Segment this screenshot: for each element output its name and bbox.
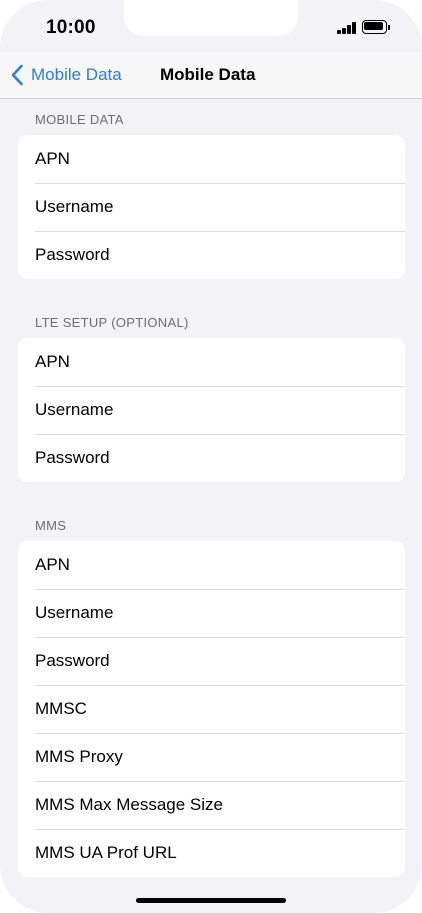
navigation-bar: Mobile Data Mobile Data	[0, 52, 422, 99]
row-label: MMS Proxy	[35, 747, 123, 766]
lte-password-field[interactable]: Password	[18, 434, 405, 482]
row-label: MMS Max Message Size	[35, 795, 223, 814]
lte-apn-field[interactable]: APN	[18, 338, 405, 386]
section-header-mms: MMS	[35, 518, 67, 533]
row-label: Password	[35, 651, 110, 670]
section-header-lte-setup: LTE SETUP (OPTIONAL)	[35, 315, 189, 330]
mms-apn-field[interactable]: APN	[18, 541, 405, 589]
section-header-mobile-data: MOBILE DATA	[35, 112, 124, 127]
row-label: Password	[35, 448, 110, 467]
row-label: APN	[35, 352, 70, 371]
mms-proxy-field[interactable]: MMS Proxy	[18, 733, 405, 781]
status-time: 10:00	[46, 17, 96, 38]
battery-full-icon	[362, 20, 390, 34]
mms-password-field[interactable]: Password	[18, 637, 405, 685]
notch	[124, 0, 298, 36]
phone-screen: 10:00 Mobile Data Mobile Data MOBILE DAT…	[0, 0, 422, 913]
row-label: Username	[35, 197, 114, 216]
lte-username-field[interactable]: Username	[18, 386, 405, 434]
row-label: APN	[35, 149, 70, 168]
mobile-data-apn-field[interactable]: APN	[18, 135, 405, 183]
mms-max-message-size-field[interactable]: MMS Max Message Size	[18, 781, 405, 829]
mobile-data-username-field[interactable]: Username	[18, 183, 405, 231]
mmsc-field[interactable]: MMSC	[18, 685, 405, 733]
back-button[interactable]: Mobile Data	[10, 63, 122, 87]
group-mms: APN Username Password MMSC MMS Proxy MMS…	[18, 541, 405, 877]
row-label: APN	[35, 555, 70, 574]
row-label: MMSC	[35, 699, 87, 718]
row-label: Username	[35, 400, 114, 419]
group-lte-setup: APN Username Password	[18, 338, 405, 482]
chevron-left-icon	[11, 64, 23, 86]
row-label: Username	[35, 603, 114, 622]
mms-username-field[interactable]: Username	[18, 589, 405, 637]
page-title: Mobile Data	[160, 65, 256, 84]
row-label: MMS UA Prof URL	[35, 843, 177, 862]
home-indicator[interactable]	[136, 898, 286, 903]
mobile-data-password-field[interactable]: Password	[18, 231, 405, 279]
group-mobile-data: APN Username Password	[18, 135, 405, 279]
back-button-label: Mobile Data	[31, 65, 122, 84]
status-bar: 10:00	[0, 0, 422, 52]
row-label: Password	[35, 245, 110, 264]
cellular-signal-icon	[337, 22, 357, 34]
mms-ua-prof-url-field[interactable]: MMS UA Prof URL	[18, 829, 405, 877]
